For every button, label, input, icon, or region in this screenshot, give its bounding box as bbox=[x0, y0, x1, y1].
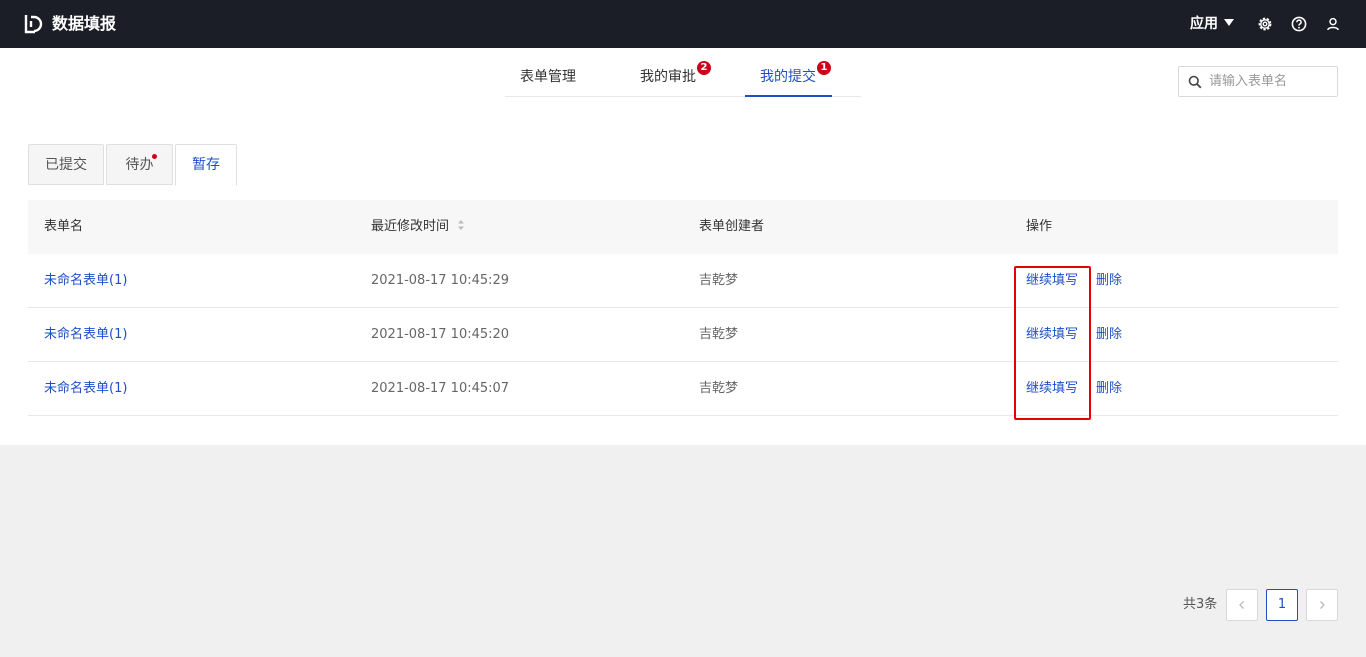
sub-tab-drafts[interactable]: 暂存 bbox=[175, 144, 237, 186]
delete-button[interactable]: 删除 bbox=[1096, 254, 1122, 308]
main-content: 已提交 待办 暂存 表单名 最近修改时间 表单创建者 操作 未命名表单(1) 2… bbox=[0, 113, 1366, 445]
table-row: 未命名表单(1) 2021-08-17 10:45:07 吉乾梦 继续填写 删除 bbox=[28, 362, 1338, 416]
delete-button[interactable]: 删除 bbox=[1096, 308, 1122, 362]
column-header-creator: 表单创建者 bbox=[699, 219, 765, 234]
caret-down-icon bbox=[1224, 19, 1234, 26]
tab-my-approvals[interactable]: 我的审批 bbox=[640, 67, 696, 87]
form-name-link[interactable]: 未命名表单(1) bbox=[44, 254, 127, 308]
column-header-label: 最近修改时间 bbox=[371, 219, 450, 234]
sort-icon bbox=[458, 220, 465, 230]
column-header-name: 表单名 bbox=[44, 219, 84, 234]
modified-time: 2021-08-17 10:45:07 bbox=[371, 381, 510, 396]
continue-fill-button[interactable]: 继续填写 bbox=[1026, 254, 1078, 308]
sub-tab-label: 已提交 bbox=[45, 157, 87, 173]
tab-label: 我的提交 bbox=[760, 69, 816, 85]
table-header: 表单名 最近修改时间 表单创建者 操作 bbox=[28, 200, 1338, 254]
search-input[interactable] bbox=[1209, 67, 1333, 96]
tab-form-management[interactable]: 表单管理 bbox=[520, 67, 576, 87]
sub-tab-label: 待办 bbox=[125, 157, 154, 173]
next-page-button[interactable] bbox=[1306, 589, 1338, 621]
creator: 吉乾梦 bbox=[699, 381, 739, 396]
app-title: 数据填报 bbox=[52, 14, 117, 33]
modified-time: 2021-08-17 10:45:20 bbox=[371, 327, 510, 342]
sub-tab-todo[interactable]: 待办 bbox=[106, 144, 173, 185]
column-header-actions: 操作 bbox=[1026, 219, 1053, 234]
chevron-right-icon bbox=[1320, 601, 1325, 609]
delete-button[interactable]: 删除 bbox=[1096, 362, 1122, 416]
table-row: 未命名表单(1) 2021-08-17 10:45:20 吉乾梦 继续填写 删除 bbox=[28, 308, 1338, 362]
drafts-table: 表单名 最近修改时间 表单创建者 操作 未命名表单(1) 2021-08-17 … bbox=[28, 200, 1338, 420]
submissions-count-badge: 1 bbox=[817, 61, 831, 75]
prev-page-button[interactable] bbox=[1226, 589, 1258, 621]
active-tab-indicator bbox=[745, 95, 832, 97]
chevron-left-icon bbox=[1239, 601, 1244, 609]
total-count: 共3条 bbox=[1183, 597, 1218, 612]
tab-my-submissions[interactable]: 我的提交 bbox=[760, 67, 816, 87]
page-number-button[interactable]: 1 bbox=[1266, 589, 1298, 621]
sub-tab-submitted[interactable]: 已提交 bbox=[28, 144, 104, 185]
top-bar: 数据填报 应用 bbox=[0, 0, 1366, 48]
modified-time: 2021-08-17 10:45:29 bbox=[371, 273, 510, 288]
form-name-link[interactable]: 未命名表单(1) bbox=[44, 362, 127, 416]
help-icon[interactable] bbox=[1291, 16, 1307, 32]
form-name-link[interactable]: 未命名表单(1) bbox=[44, 308, 127, 362]
creator: 吉乾梦 bbox=[699, 273, 739, 288]
apps-menu-label: 应用 bbox=[1190, 16, 1218, 32]
continue-fill-button[interactable]: 继续填写 bbox=[1026, 308, 1078, 362]
gear-icon[interactable] bbox=[1257, 16, 1273, 32]
nav-bar: 表单管理 我的审批 2 我的提交 1 bbox=[0, 48, 1366, 113]
apps-menu[interactable]: 应用 bbox=[1190, 14, 1234, 34]
creator: 吉乾梦 bbox=[699, 327, 739, 342]
continue-fill-button[interactable]: 继续填写 bbox=[1026, 362, 1078, 416]
todo-dot-badge bbox=[152, 154, 157, 159]
sub-tab-label: 暂存 bbox=[192, 157, 220, 173]
tab-label: 表单管理 bbox=[520, 69, 576, 85]
column-header-modified[interactable]: 最近修改时间 bbox=[371, 200, 465, 254]
approvals-count-badge: 2 bbox=[697, 61, 711, 75]
search-icon bbox=[1188, 75, 1202, 89]
logo-icon bbox=[24, 15, 43, 34]
table-row: 未命名表单(1) 2021-08-17 10:45:29 吉乾梦 继续填写 删除 bbox=[28, 254, 1338, 308]
search-box[interactable] bbox=[1178, 66, 1338, 97]
tab-label: 我的审批 bbox=[640, 69, 696, 85]
user-icon[interactable] bbox=[1325, 16, 1341, 32]
